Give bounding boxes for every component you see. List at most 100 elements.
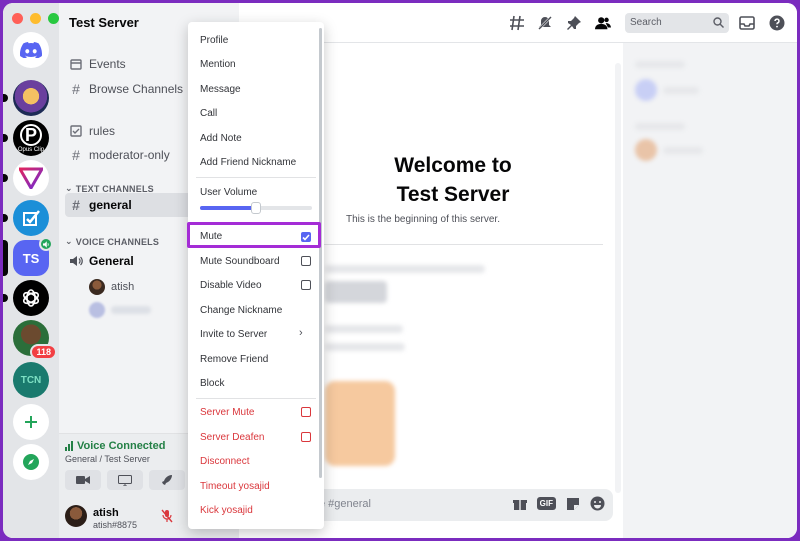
text-channels-label: TEXT CHANNELS: [75, 183, 154, 194]
screen-share-button[interactable]: [107, 470, 143, 490]
member-list-icon[interactable]: [595, 15, 611, 31]
rules-icon: [69, 124, 83, 138]
camera-button[interactable]: [65, 470, 101, 490]
voice-channel-general[interactable]: General: [69, 254, 134, 268]
menu-server-mute[interactable]: Server Mute: [200, 407, 254, 418]
gif-button[interactable]: GIF: [536, 497, 556, 510]
server-triangle[interactable]: [3, 160, 49, 196]
server-check[interactable]: [3, 200, 49, 236]
menu-invite-to-server[interactable]: Invite to Server: [200, 329, 267, 340]
blurred-member-group: [635, 123, 685, 130]
composer-actions: GIF: [512, 496, 605, 511]
menu-change-nickname[interactable]: Change Nickname: [200, 305, 282, 316]
user-context-menu: Profile Mention Message Call Add Note Ad…: [188, 22, 324, 529]
notifications-muted-icon[interactable]: [537, 15, 553, 31]
opus-clip-logo: P: [20, 123, 42, 146]
menu-kick[interactable]: Kick yosajid: [200, 505, 253, 516]
blurred-sticker: [325, 381, 395, 466]
channel-general[interactable]: # general: [69, 197, 132, 213]
menu-mute-soundboard[interactable]: Mute Soundboard: [200, 256, 280, 267]
voice-location: General / Test Server: [65, 454, 150, 464]
sticker-icon[interactable]: [566, 497, 580, 511]
browse-channels-item[interactable]: # Browse Channels: [69, 81, 183, 97]
menu-remove-friend[interactable]: Remove Friend: [200, 354, 268, 365]
avatar[interactable]: [65, 505, 87, 527]
emoji-icon[interactable]: [590, 496, 605, 511]
channel-rules[interactable]: rules: [69, 124, 115, 138]
tcn-server-initials: TCN: [20, 374, 42, 386]
channel-moderator-only[interactable]: # moderator-only: [69, 147, 170, 163]
explore-servers-button[interactable]: [13, 444, 49, 480]
menu-separator: [196, 177, 316, 178]
server-mute-checkbox[interactable]: [301, 407, 311, 417]
voice-speaker-icon: [39, 237, 53, 251]
general-label: general: [89, 198, 132, 212]
server-avatar-1[interactable]: [3, 80, 49, 116]
user-tag: atish#8875: [93, 520, 138, 530]
opus-clip-server[interactable]: P Opus Clip: [3, 120, 49, 156]
events-label: Events: [89, 57, 126, 71]
avatar: [89, 279, 105, 295]
tcn-server[interactable]: TCN: [13, 362, 49, 398]
menu-disable-video[interactable]: Disable Video: [200, 280, 262, 291]
member-list: [623, 43, 797, 538]
user-volume-slider[interactable]: [200, 202, 312, 214]
menu-block[interactable]: Block: [200, 378, 224, 389]
server-name-header[interactable]: Test Server: [69, 15, 139, 30]
volume-slider-handle[interactable]: [251, 202, 261, 214]
menu-timeout[interactable]: Timeout yosajid: [200, 481, 270, 492]
activity-button[interactable]: [149, 470, 185, 490]
minimize-window-button[interactable]: [30, 13, 41, 24]
add-server-button[interactable]: [13, 404, 49, 440]
rules-label: rules: [89, 124, 116, 138]
opus-clip-caption: Opus Clip: [17, 146, 45, 153]
menu-mention[interactable]: Mention: [200, 59, 236, 70]
events-item[interactable]: Events: [69, 57, 126, 71]
menu-add-friend-nickname[interactable]: Add Friend Nickname: [200, 157, 296, 168]
blurred-member-group: [635, 61, 685, 68]
hash-icon: #: [72, 197, 80, 213]
blurred-message: [325, 265, 485, 273]
gift-icon[interactable]: [512, 497, 527, 511]
discord-window: P Opus Clip TS 118 TCN Test Server Event…: [3, 3, 797, 538]
zoom-window-button[interactable]: [48, 13, 59, 24]
menu-server-deafen[interactable]: Server Deafen: [200, 432, 264, 443]
threads-icon[interactable]: [509, 15, 525, 31]
unread-pill: [3, 134, 8, 142]
close-window-button[interactable]: [12, 13, 23, 24]
test-server[interactable]: TS: [3, 237, 53, 276]
voice-user-name: atish: [111, 281, 135, 293]
menu-disconnect[interactable]: Disconnect: [200, 456, 249, 467]
server-deafen-checkbox[interactable]: [301, 432, 311, 442]
calendar-icon: [69, 57, 83, 71]
menu-scrollbar[interactable]: [319, 28, 322, 478]
signal-bars-icon: [65, 441, 73, 451]
chat-scrollbar[interactable]: [615, 63, 621, 493]
chevron-right-icon: ›: [299, 327, 303, 339]
help-icon[interactable]: [769, 15, 785, 31]
voice-general-label: General: [89, 254, 134, 268]
welcome-line-2: Test Server: [396, 183, 510, 206]
search-input[interactable]: Search: [625, 13, 729, 33]
welcome-line-1: Welcome to: [394, 154, 512, 177]
pin-icon[interactable]: [566, 15, 582, 31]
chatgpt-server[interactable]: [3, 280, 49, 316]
search-icon: [713, 17, 724, 28]
menu-add-note[interactable]: Add Note: [200, 133, 242, 144]
volume-slider-fill: [200, 206, 256, 210]
inbox-icon[interactable]: [739, 15, 755, 31]
voice-user-atish[interactable]: atish: [89, 279, 134, 295]
voice-channels-category[interactable]: ⌄ VOICE CHANNELS: [65, 236, 159, 247]
discord-home-icon[interactable]: [13, 32, 49, 68]
voice-user-hidden[interactable]: [89, 302, 151, 318]
mute-soundboard-checkbox[interactable]: [301, 256, 311, 266]
menu-message[interactable]: Message: [200, 84, 241, 95]
menu-profile[interactable]: Profile: [200, 35, 228, 46]
welcome-heading: Welcome to Test Server: [363, 151, 543, 209]
server-rail: P Opus Clip TS 118 TCN: [3, 3, 59, 538]
voice-connected-status[interactable]: Voice Connected: [65, 440, 165, 452]
menu-call[interactable]: Call: [200, 108, 217, 119]
disable-video-checkbox[interactable]: [301, 280, 311, 290]
server-avatar-person[interactable]: 118: [13, 320, 57, 360]
mute-mic-button[interactable]: [161, 509, 173, 528]
